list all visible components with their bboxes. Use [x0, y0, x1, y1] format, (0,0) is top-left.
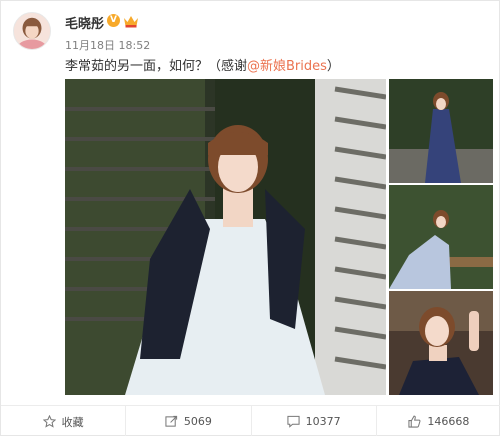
star-icon — [42, 415, 56, 428]
mention-link[interactable]: @新娘Brides — [247, 59, 327, 74]
comment-count: 10377 — [305, 415, 341, 428]
photo-thumbnail-1[interactable] — [389, 79, 493, 183]
repost-count: 5069 — [183, 415, 212, 428]
repost-button[interactable]: 5069 — [126, 406, 252, 436]
post-text-body: 李常茹的另一面，如何？（感谢 — [65, 59, 248, 74]
repost-icon — [165, 415, 177, 427]
photo-thumbnail-3[interactable] — [389, 291, 493, 395]
avatar-image — [14, 13, 50, 49]
username[interactable]: 毛晓彤 — [65, 13, 104, 32]
favorite-button[interactable]: 收藏 — [1, 406, 127, 436]
like-count: 146668 — [427, 415, 470, 428]
verified-v-icon: V — [107, 14, 120, 27]
avatar[interactable] — [13, 12, 51, 50]
photo-thumbnail-2[interactable] — [389, 185, 493, 289]
thumbs-up-icon — [408, 415, 421, 428]
like-button[interactable]: 146668 — [377, 406, 500, 436]
weibo-post-card: 毛晓彤 V 11月18日 18:52 李常茹的另一面，如何？（感谢@新娘Brid… — [0, 0, 500, 436]
post-timestamp[interactable]: 11月18日 18:52 — [65, 37, 150, 53]
crown-icon[interactable] — [123, 13, 139, 28]
favorite-label: 收藏 — [61, 415, 84, 429]
action-bar: 收藏 5069 10377 146668 — [1, 406, 500, 436]
comment-button[interactable]: 10377 — [252, 406, 377, 436]
post-text-end: ） — [326, 59, 340, 74]
photo-main[interactable] — [65, 79, 386, 395]
post-text: 李常茹的另一面，如何？（感谢@新娘Brides） — [65, 55, 340, 74]
comment-icon — [287, 415, 300, 428]
